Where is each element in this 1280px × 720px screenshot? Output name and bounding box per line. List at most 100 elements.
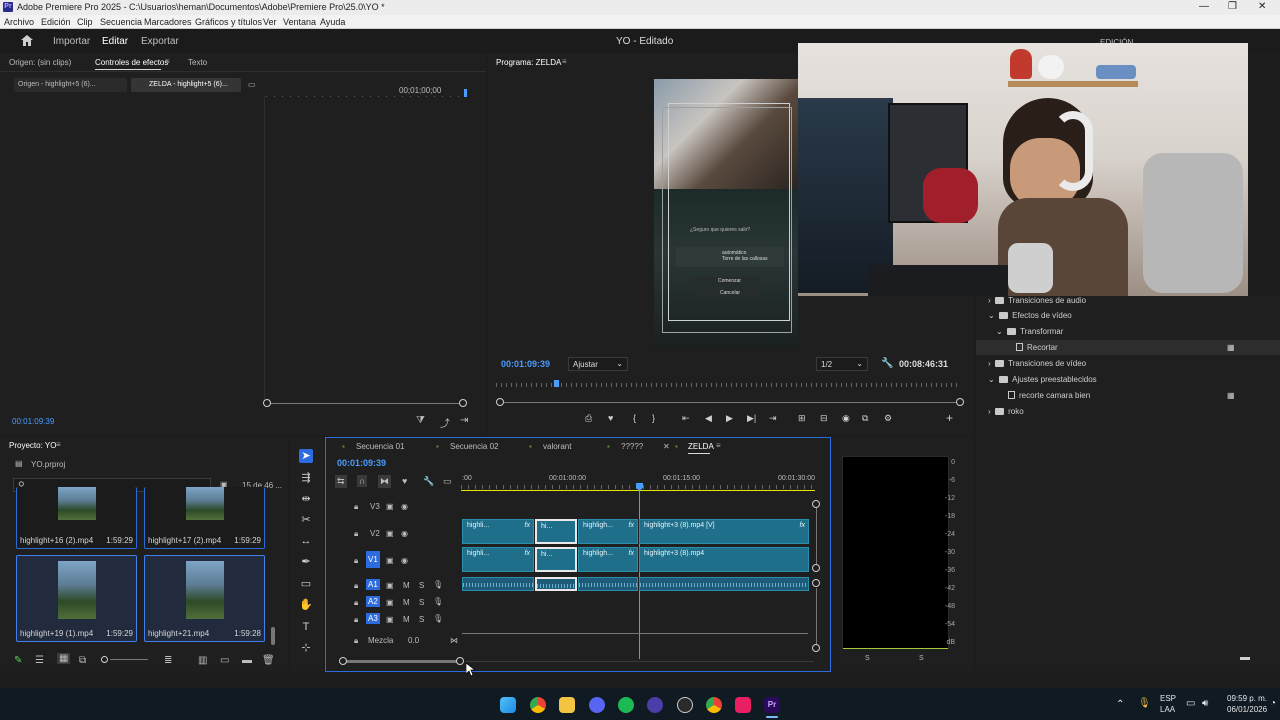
mute-button[interactable]: M bbox=[403, 598, 410, 607]
menu-ayuda[interactable]: Ayuda bbox=[320, 17, 345, 27]
chrome-profile-icon[interactable] bbox=[706, 697, 722, 713]
file-explorer-icon[interactable] bbox=[559, 697, 575, 713]
clip-a1-1[interactable] bbox=[462, 577, 534, 591]
subtab-zelda-clip[interactable]: ZELDA - highlight+5 (6)... bbox=[131, 78, 241, 92]
tiktok-icon[interactable] bbox=[735, 697, 751, 713]
language-label-2[interactable]: LAA bbox=[1160, 705, 1175, 714]
timeline-menu-icon[interactable]: ≡ bbox=[716, 441, 721, 450]
transcript-tool-icon[interactable]: ⊹ bbox=[299, 641, 313, 655]
minimize-icon[interactable]: — bbox=[1199, 1, 1209, 12]
razor-tool-icon[interactable]: ✂ bbox=[299, 513, 313, 527]
vscroll-handle-mid[interactable] bbox=[812, 564, 820, 572]
effect-playhead[interactable] bbox=[464, 89, 467, 97]
menu-graficos[interactable]: Gráficos y títulos bbox=[195, 17, 262, 27]
effect-row-video-transitions[interactable]: › Transiciones de vídeo bbox=[988, 359, 1086, 368]
type-tool-icon[interactable]: T bbox=[299, 620, 313, 634]
program-menu-icon[interactable]: ≡ bbox=[562, 57, 567, 66]
menu-edicion[interactable]: Edición bbox=[41, 17, 71, 27]
lift-icon[interactable]: ⊞ bbox=[798, 413, 806, 424]
clip-v1-4[interactable]: highlight+3 (8).mp4 bbox=[639, 547, 809, 572]
nest-icon[interactable]: ⇆ bbox=[335, 475, 347, 488]
tab-secuencia-02[interactable]: Secuencia 02 bbox=[450, 442, 498, 451]
track-a3-label[interactable]: A3 bbox=[366, 613, 380, 624]
project-item-highlight17[interactable]: highlight+17 (2).mp4 1:59:29 bbox=[144, 487, 265, 549]
project-menu-icon[interactable]: ≡ bbox=[56, 440, 61, 449]
track-v3-label[interactable]: V3 bbox=[370, 502, 380, 511]
tab-zelda[interactable]: ZELDA bbox=[688, 442, 714, 451]
menu-archivo[interactable]: Archivo bbox=[4, 17, 34, 27]
project-item-highlight21[interactable]: highlight+21.mp4 1:59:28 bbox=[144, 555, 265, 642]
program-video-frame[interactable]: ¿Seguro que quieres salir? automático To… bbox=[654, 79, 798, 347]
fit-dropdown[interactable]: Ajustar ⌄ bbox=[568, 357, 628, 371]
vscroll-audio-bottom[interactable] bbox=[812, 644, 820, 652]
captions-icon[interactable]: ▭ bbox=[443, 476, 452, 487]
eye-icon[interactable]: ◉ bbox=[401, 502, 408, 511]
pen-tool-icon[interactable]: ✒ bbox=[299, 555, 313, 569]
scroll-handle-right[interactable] bbox=[459, 399, 467, 407]
notification-icon[interactable]: ◔ bbox=[1270, 698, 1276, 709]
list-view-icon[interactable]: ☰ bbox=[35, 655, 44, 666]
sync-icon[interactable]: ▣ bbox=[386, 502, 394, 511]
clip-a1-3[interactable] bbox=[578, 577, 638, 591]
filter-icon[interactable]: ⧩ bbox=[416, 415, 425, 426]
project-item-highlight16[interactable]: highlight+16 (2).mp4 1:59:29 bbox=[16, 487, 137, 549]
rectangle-tool-icon[interactable]: ▭ bbox=[299, 577, 313, 591]
marker-icon[interactable]: ♥ bbox=[608, 413, 613, 423]
tab-exportar[interactable]: Exportar bbox=[141, 36, 179, 47]
effect-row-recorte-camara[interactable]: recorte camara bien bbox=[1008, 391, 1090, 400]
zoom-slider-track[interactable] bbox=[110, 659, 148, 660]
clock-time[interactable]: 09:59 p. m. bbox=[1227, 694, 1267, 703]
lock-icon[interactable]: 🔒︎ bbox=[354, 502, 358, 512]
mute-button[interactable]: M bbox=[403, 615, 410, 624]
clock-date[interactable]: 06/01/2026 bbox=[1227, 705, 1267, 714]
menu-ver[interactable]: Ver bbox=[263, 17, 277, 27]
mix-expand-icon[interactable]: ⋈ bbox=[450, 636, 458, 645]
slip-tool-icon[interactable]: ↔ bbox=[299, 534, 313, 548]
clip-v1-3[interactable]: highligh... fx bbox=[578, 547, 638, 572]
new-bin-icon[interactable]: ▬ bbox=[1240, 652, 1250, 663]
project-item-highlight19[interactable]: highlight+19 (1).mp4 1:59:29 bbox=[16, 555, 137, 642]
export-icon[interactable]: ⤴ bbox=[440, 415, 450, 430]
spotify-icon[interactable] bbox=[618, 697, 634, 713]
hscroll-left[interactable] bbox=[339, 657, 347, 665]
effect-timecode-bottom[interactable]: 00:01:09:39 bbox=[12, 417, 54, 426]
program-ruler[interactable] bbox=[496, 383, 960, 387]
freeform-view-icon[interactable]: ⧉ bbox=[79, 655, 86, 666]
eye-icon[interactable]: ◉ bbox=[401, 529, 408, 538]
mix-value[interactable]: 0.0 bbox=[408, 636, 419, 645]
compare-icon[interactable]: ⧉ bbox=[862, 413, 868, 424]
tab-origen[interactable]: Origen: (sin clips) bbox=[9, 58, 71, 67]
play-icon[interactable]: ▶ bbox=[726, 413, 733, 424]
new-item-icon[interactable]: ▬ bbox=[242, 655, 252, 666]
clip-v2-3[interactable]: highligh... fx bbox=[578, 519, 638, 544]
find-icon[interactable]: ▭ bbox=[220, 655, 229, 666]
close-tab-icon[interactable]: ✕ bbox=[663, 442, 670, 451]
track-a1-label[interactable]: A1 bbox=[366, 579, 380, 590]
crop-outer-box[interactable] bbox=[662, 107, 792, 333]
volume-icon[interactable]: 🔊︎ bbox=[1202, 698, 1208, 709]
microphone-icon[interactable]: 🎙︎ bbox=[1138, 698, 1151, 709]
timeline-settings-icon[interactable]: 🔧 bbox=[423, 476, 434, 487]
lock-icon[interactable]: 🔒︎ bbox=[354, 556, 358, 566]
chrome-icon[interactable] bbox=[530, 697, 546, 713]
ripple-edit-tool-icon[interactable]: ⇹ bbox=[299, 492, 313, 506]
lock-icon[interactable]: 🔒︎ bbox=[354, 615, 358, 625]
add-button-icon[interactable]: + bbox=[946, 411, 953, 425]
trash-icon[interactable]: 🗑 bbox=[262, 655, 275, 666]
menu-ventana[interactable]: Ventana bbox=[283, 17, 316, 27]
go-to-out-icon[interactable]: ⇥ bbox=[769, 413, 777, 424]
tab-valorant[interactable]: valorant bbox=[543, 442, 571, 451]
close-icon[interactable]: ✕ bbox=[1258, 1, 1266, 12]
solo-right-button[interactable]: S bbox=[919, 655, 924, 662]
hscroll-track[interactable] bbox=[344, 660, 462, 663]
panel-expand-icon[interactable]: ▭ bbox=[248, 80, 256, 89]
timeline-timecode[interactable]: 00:01:09:39 bbox=[337, 458, 386, 468]
clip-v2-4[interactable]: highlight+3 (8).mp4 [V] fx bbox=[639, 519, 809, 544]
effect-row-presets[interactable]: ⌄ Ajustes preestablecidos bbox=[988, 375, 1097, 384]
app-circle-icon[interactable] bbox=[647, 697, 663, 713]
export-frame-icon[interactable]: ⎙ bbox=[585, 413, 592, 424]
mic-icon[interactable]: 🎙︎ bbox=[433, 580, 443, 589]
vscroll-track-top[interactable] bbox=[816, 508, 817, 564]
work-area-bar[interactable] bbox=[461, 490, 815, 491]
sync-icon[interactable]: ▣ bbox=[386, 581, 394, 590]
